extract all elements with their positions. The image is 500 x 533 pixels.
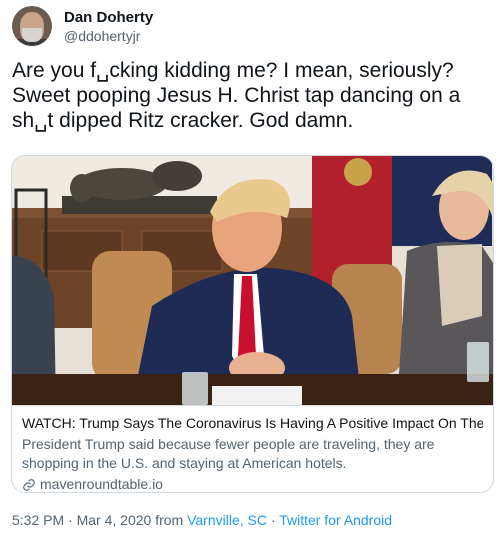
tweet-date[interactable]: Mar 4, 2020: [77, 512, 152, 528]
card-domain[interactable]: mavenroundtable.io: [22, 475, 483, 492]
avatar[interactable]: [12, 6, 52, 46]
link-icon: [23, 478, 35, 491]
separator: ·: [64, 512, 77, 528]
card-description: President Trump said because fewer peopl…: [22, 436, 435, 471]
card-title[interactable]: WATCH: Trump Says The Coronavirus Is Hav…: [22, 414, 483, 433]
tweet-header: Dan Doherty @ddohertyjr: [12, 6, 153, 46]
tweet-footer: 5:32 PM · Mar 4, 2020 from Varnville, SC…: [12, 511, 392, 529]
author-names: Dan Doherty @ddohertyjr: [64, 8, 153, 45]
author-display-name[interactable]: Dan Doherty: [64, 8, 153, 27]
card-domain-text: mavenroundtable.io: [40, 476, 163, 492]
tweet-time[interactable]: 5:32 PM: [12, 512, 64, 528]
card-photo: [12, 156, 493, 405]
link-card[interactable]: WATCH: Trump Says The Coronavirus Is Hav…: [11, 155, 494, 493]
card-meta: WATCH: Trump Says The Coronavirus Is Hav…: [12, 405, 493, 492]
tweet-text: Are you f␣cking kidding me? I mean, seri…: [12, 59, 467, 132]
author-handle[interactable]: @ddohertyjr: [64, 27, 153, 45]
separator: ·: [266, 512, 280, 528]
location-link[interactable]: Varnville, SC: [187, 512, 267, 528]
from-label: from: [151, 512, 188, 528]
card-image: [12, 156, 493, 405]
source-link[interactable]: Twitter for Android: [279, 512, 392, 528]
